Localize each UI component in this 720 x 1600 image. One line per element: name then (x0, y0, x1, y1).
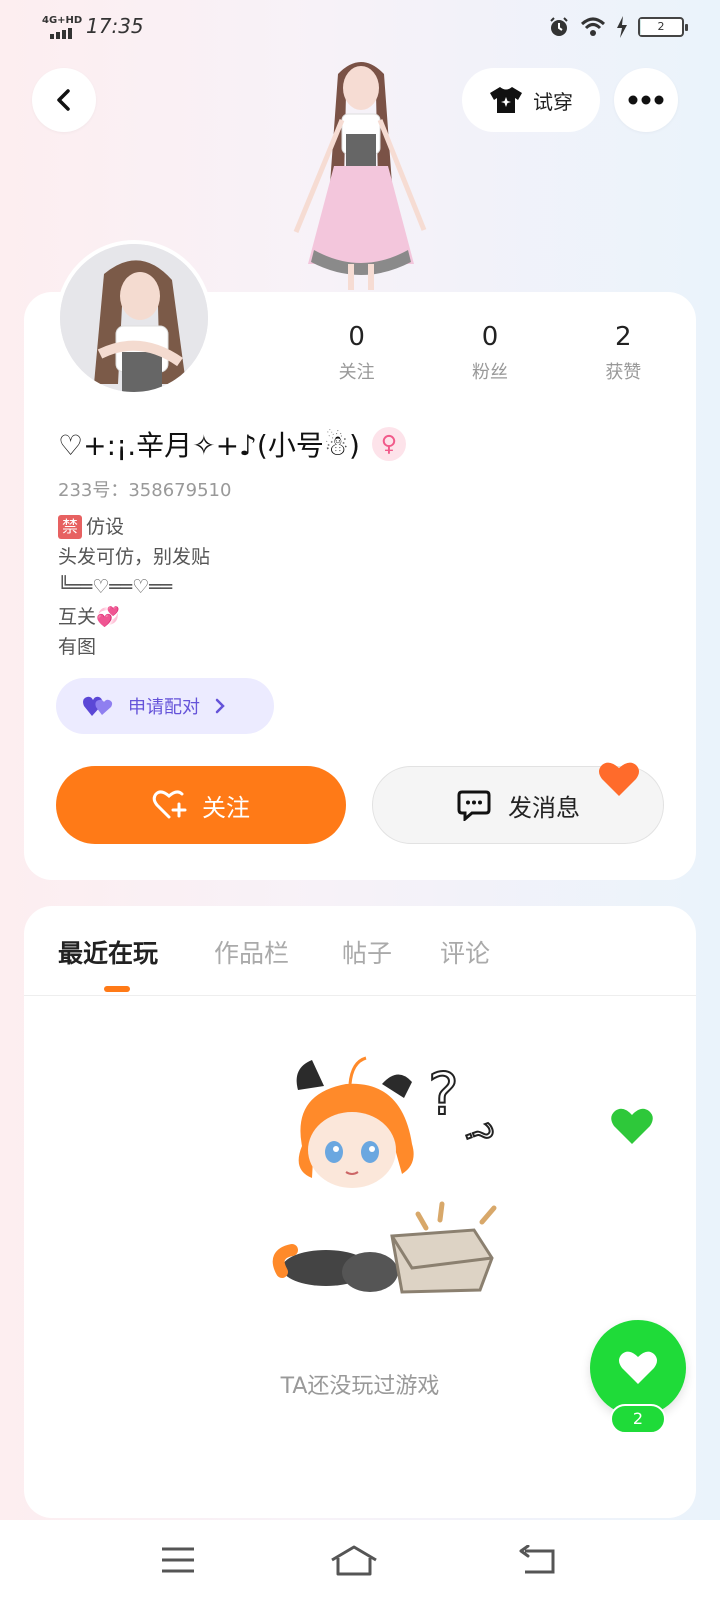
like-button[interactable] (590, 1320, 686, 1416)
bio-line: 有图 (58, 636, 97, 658)
svg-text:?: ? (428, 1060, 459, 1128)
more-button[interactable] (614, 68, 678, 132)
stat-value: 2 (615, 322, 632, 352)
svg-text:?: ? (455, 1118, 500, 1150)
message-label: 发消息 (508, 793, 580, 822)
status-bar: 4G+HD 17:35 2 (0, 0, 720, 54)
home-nav-button[interactable] (324, 1540, 384, 1580)
bio-line: 互关💞 (58, 606, 120, 628)
pair-request-label: 申请配对 (128, 697, 200, 718)
signal-icon (50, 28, 72, 39)
battery-level-text: 2 (657, 20, 665, 33)
alarm-icon (550, 17, 568, 36)
bio: 禁仿设 头发可仿，别发贴 ╚══♡══♡══ 互关💞 有图 (58, 512, 210, 662)
home-icon (331, 1545, 377, 1576)
wifi-icon (580, 17, 606, 36)
avatar[interactable] (56, 240, 212, 396)
content-card: 最近在玩 作品栏 帖子 评论 ? ? TA还没玩过游戏 (24, 906, 696, 1518)
clock: 17:35 (86, 14, 144, 38)
heart-icon (619, 1351, 657, 1384)
stat-label: 获赞 (605, 362, 642, 383)
stat-fans[interactable]: 0 粉丝 (423, 322, 556, 384)
user-id[interactable]: 233号：358679510 (58, 476, 231, 502)
charging-icon (617, 16, 627, 38)
back-nav-button[interactable] (508, 1540, 568, 1580)
shirt-icon (490, 87, 522, 113)
chevron-right-icon (215, 698, 225, 714)
empty-state-illustration: ? ? (242, 1054, 532, 1314)
follow-button[interactable]: 关注 (56, 766, 346, 844)
stat-value: 0 (481, 322, 499, 352)
heart-plus-icon (152, 790, 187, 819)
tab-comments[interactable]: 评论 (440, 934, 490, 970)
menu-icon (162, 1547, 194, 1573)
stat-label: 粉丝 (471, 362, 508, 383)
try-on-button[interactable]: 试穿 (462, 68, 600, 132)
return-icon (519, 1545, 555, 1574)
bio-line: 仿设 (86, 516, 125, 538)
back-arrow-icon (57, 89, 70, 111)
nickname: ♡+:¡.辛月✧+♪(小号☃) (58, 429, 360, 462)
stat-label: 关注 (338, 362, 375, 383)
try-on-label: 试穿 (533, 89, 573, 114)
bio-line: 头发可仿，别发贴 (58, 546, 211, 568)
tab-recent-play[interactable]: 最近在玩 (58, 934, 158, 970)
heart-icon (610, 1106, 654, 1150)
menu-nav-button[interactable] (148, 1540, 208, 1580)
female-icon: ♀ (371, 427, 406, 461)
network-indicator: 4G+HD (42, 15, 83, 26)
tab-bar: 最近在玩 作品栏 帖子 评论 (24, 906, 696, 996)
stat-following[interactable]: 0 关注 (290, 322, 423, 384)
ban-tag: 禁 (58, 515, 82, 539)
pair-request-button[interactable]: 申请配对 (56, 678, 274, 734)
back-button[interactable] (32, 68, 96, 132)
tab-posts[interactable]: 帖子 (342, 934, 392, 970)
system-nav-bar (0, 1520, 720, 1600)
bio-line: ╚══♡══♡══ (58, 576, 173, 598)
avatar-figure (286, 54, 436, 292)
stat-value: 0 (348, 322, 365, 352)
tab-indicator (104, 986, 130, 992)
heart-icon (598, 760, 640, 802)
more-dots-icon (628, 95, 664, 105)
tab-works[interactable]: 作品栏 (214, 934, 289, 970)
chat-bubble-icon (457, 790, 491, 821)
stats-row: 0 关注 0 粉丝 2 获赞 (290, 322, 690, 384)
stat-likes[interactable]: 2 获赞 (557, 322, 690, 384)
follow-label: 关注 (202, 793, 250, 822)
double-heart-icon (83, 696, 113, 716)
battery-icon: 2 (638, 17, 688, 37)
nickname-row: ♡+:¡.辛月✧+♪(小号☃) ♀ (58, 424, 406, 464)
like-count: 2 (610, 1404, 666, 1434)
